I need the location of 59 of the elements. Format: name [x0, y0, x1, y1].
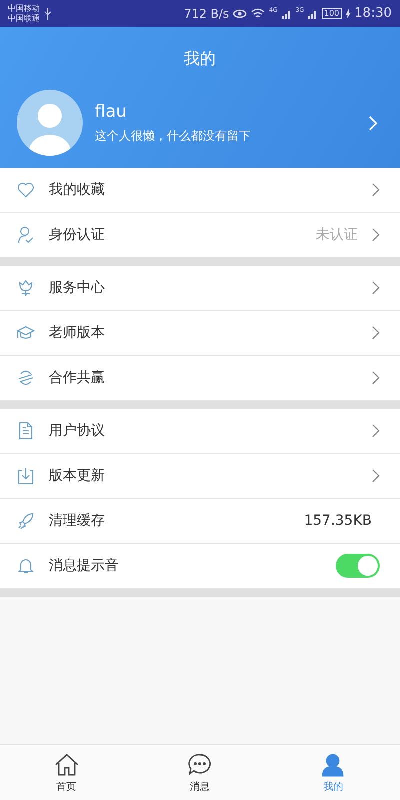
chat-bubble-icon — [186, 752, 213, 778]
wifi-icon — [251, 8, 266, 19]
tab[interactable]: 消息 — [133, 745, 267, 800]
toggle-switch[interactable] — [336, 554, 380, 578]
menu-label: 我的收藏 — [49, 181, 106, 199]
rocket-icon — [17, 512, 35, 530]
tab[interactable]: 首页 — [0, 745, 134, 800]
person-icon — [320, 752, 346, 778]
menu-row[interactable]: 老师版本 — [0, 311, 400, 356]
user-name: flau — [95, 102, 128, 122]
menu-row[interactable]: 用户协议 — [0, 409, 400, 454]
charging-icon — [346, 8, 351, 18]
loop-icon — [17, 369, 35, 387]
signal-icon — [308, 8, 318, 18]
menu-row[interactable]: 版本更新 — [0, 454, 400, 499]
chevron-icon — [372, 281, 380, 295]
menu-row[interactable]: 合作共赢 — [0, 356, 400, 401]
home-icon — [54, 752, 80, 778]
carrier-name: 中国移动 — [8, 4, 40, 14]
signal-icon — [282, 8, 292, 18]
menu-row[interactable]: 我的收藏 — [0, 168, 400, 213]
user-bio: 这个人很懒，什么都没有留下 — [95, 128, 252, 144]
document-icon — [17, 422, 35, 440]
graduation-cap-icon — [17, 324, 35, 342]
usb-icon — [44, 8, 52, 20]
tulip-icon — [17, 279, 35, 297]
menu-row[interactable]: 服务中心 — [0, 266, 400, 311]
menu-label: 服务中心 — [49, 279, 106, 297]
avatar-icon — [17, 90, 83, 156]
bell-icon — [17, 557, 35, 575]
menu-row[interactable]: 身份认证 未认证 — [0, 213, 400, 258]
carrier-name: 中国联通 — [8, 14, 40, 24]
menu-label: 用户协议 — [49, 422, 106, 440]
chevron-icon — [372, 183, 380, 197]
person-icon — [17, 226, 35, 244]
cache-size: 157.35KB — [304, 513, 372, 529]
menu-label: 清理缓存 — [49, 512, 106, 530]
menu-row[interactable]: 清理缓存 157.35KB — [0, 499, 400, 544]
chevron-icon — [372, 326, 380, 340]
network-speed: 712 B/s — [184, 6, 230, 20]
battery-level: 100 — [322, 8, 342, 19]
tab[interactable]: 我的 — [266, 745, 400, 800]
download-icon — [17, 467, 35, 485]
menu-label: 合作共赢 — [49, 369, 106, 387]
menu-label: 版本更新 — [49, 467, 106, 485]
heart-icon — [17, 181, 35, 199]
menu-row[interactable]: 消息提示音 — [0, 544, 400, 589]
clock-time: 18:30 — [354, 6, 392, 21]
eye-icon — [233, 8, 248, 18]
chevron-icon — [372, 371, 380, 385]
chevron-icon — [372, 469, 380, 483]
chevron-icon — [372, 424, 380, 438]
menu-label: 老师版本 — [49, 324, 106, 342]
menu-label: 身份认证 — [49, 226, 106, 244]
chevron-icon — [369, 116, 378, 130]
status-text: 未认证 — [316, 226, 358, 244]
chevron-icon — [372, 228, 380, 242]
menu-label: 消息提示音 — [49, 557, 120, 575]
page-title: 我的 — [183, 49, 217, 70]
